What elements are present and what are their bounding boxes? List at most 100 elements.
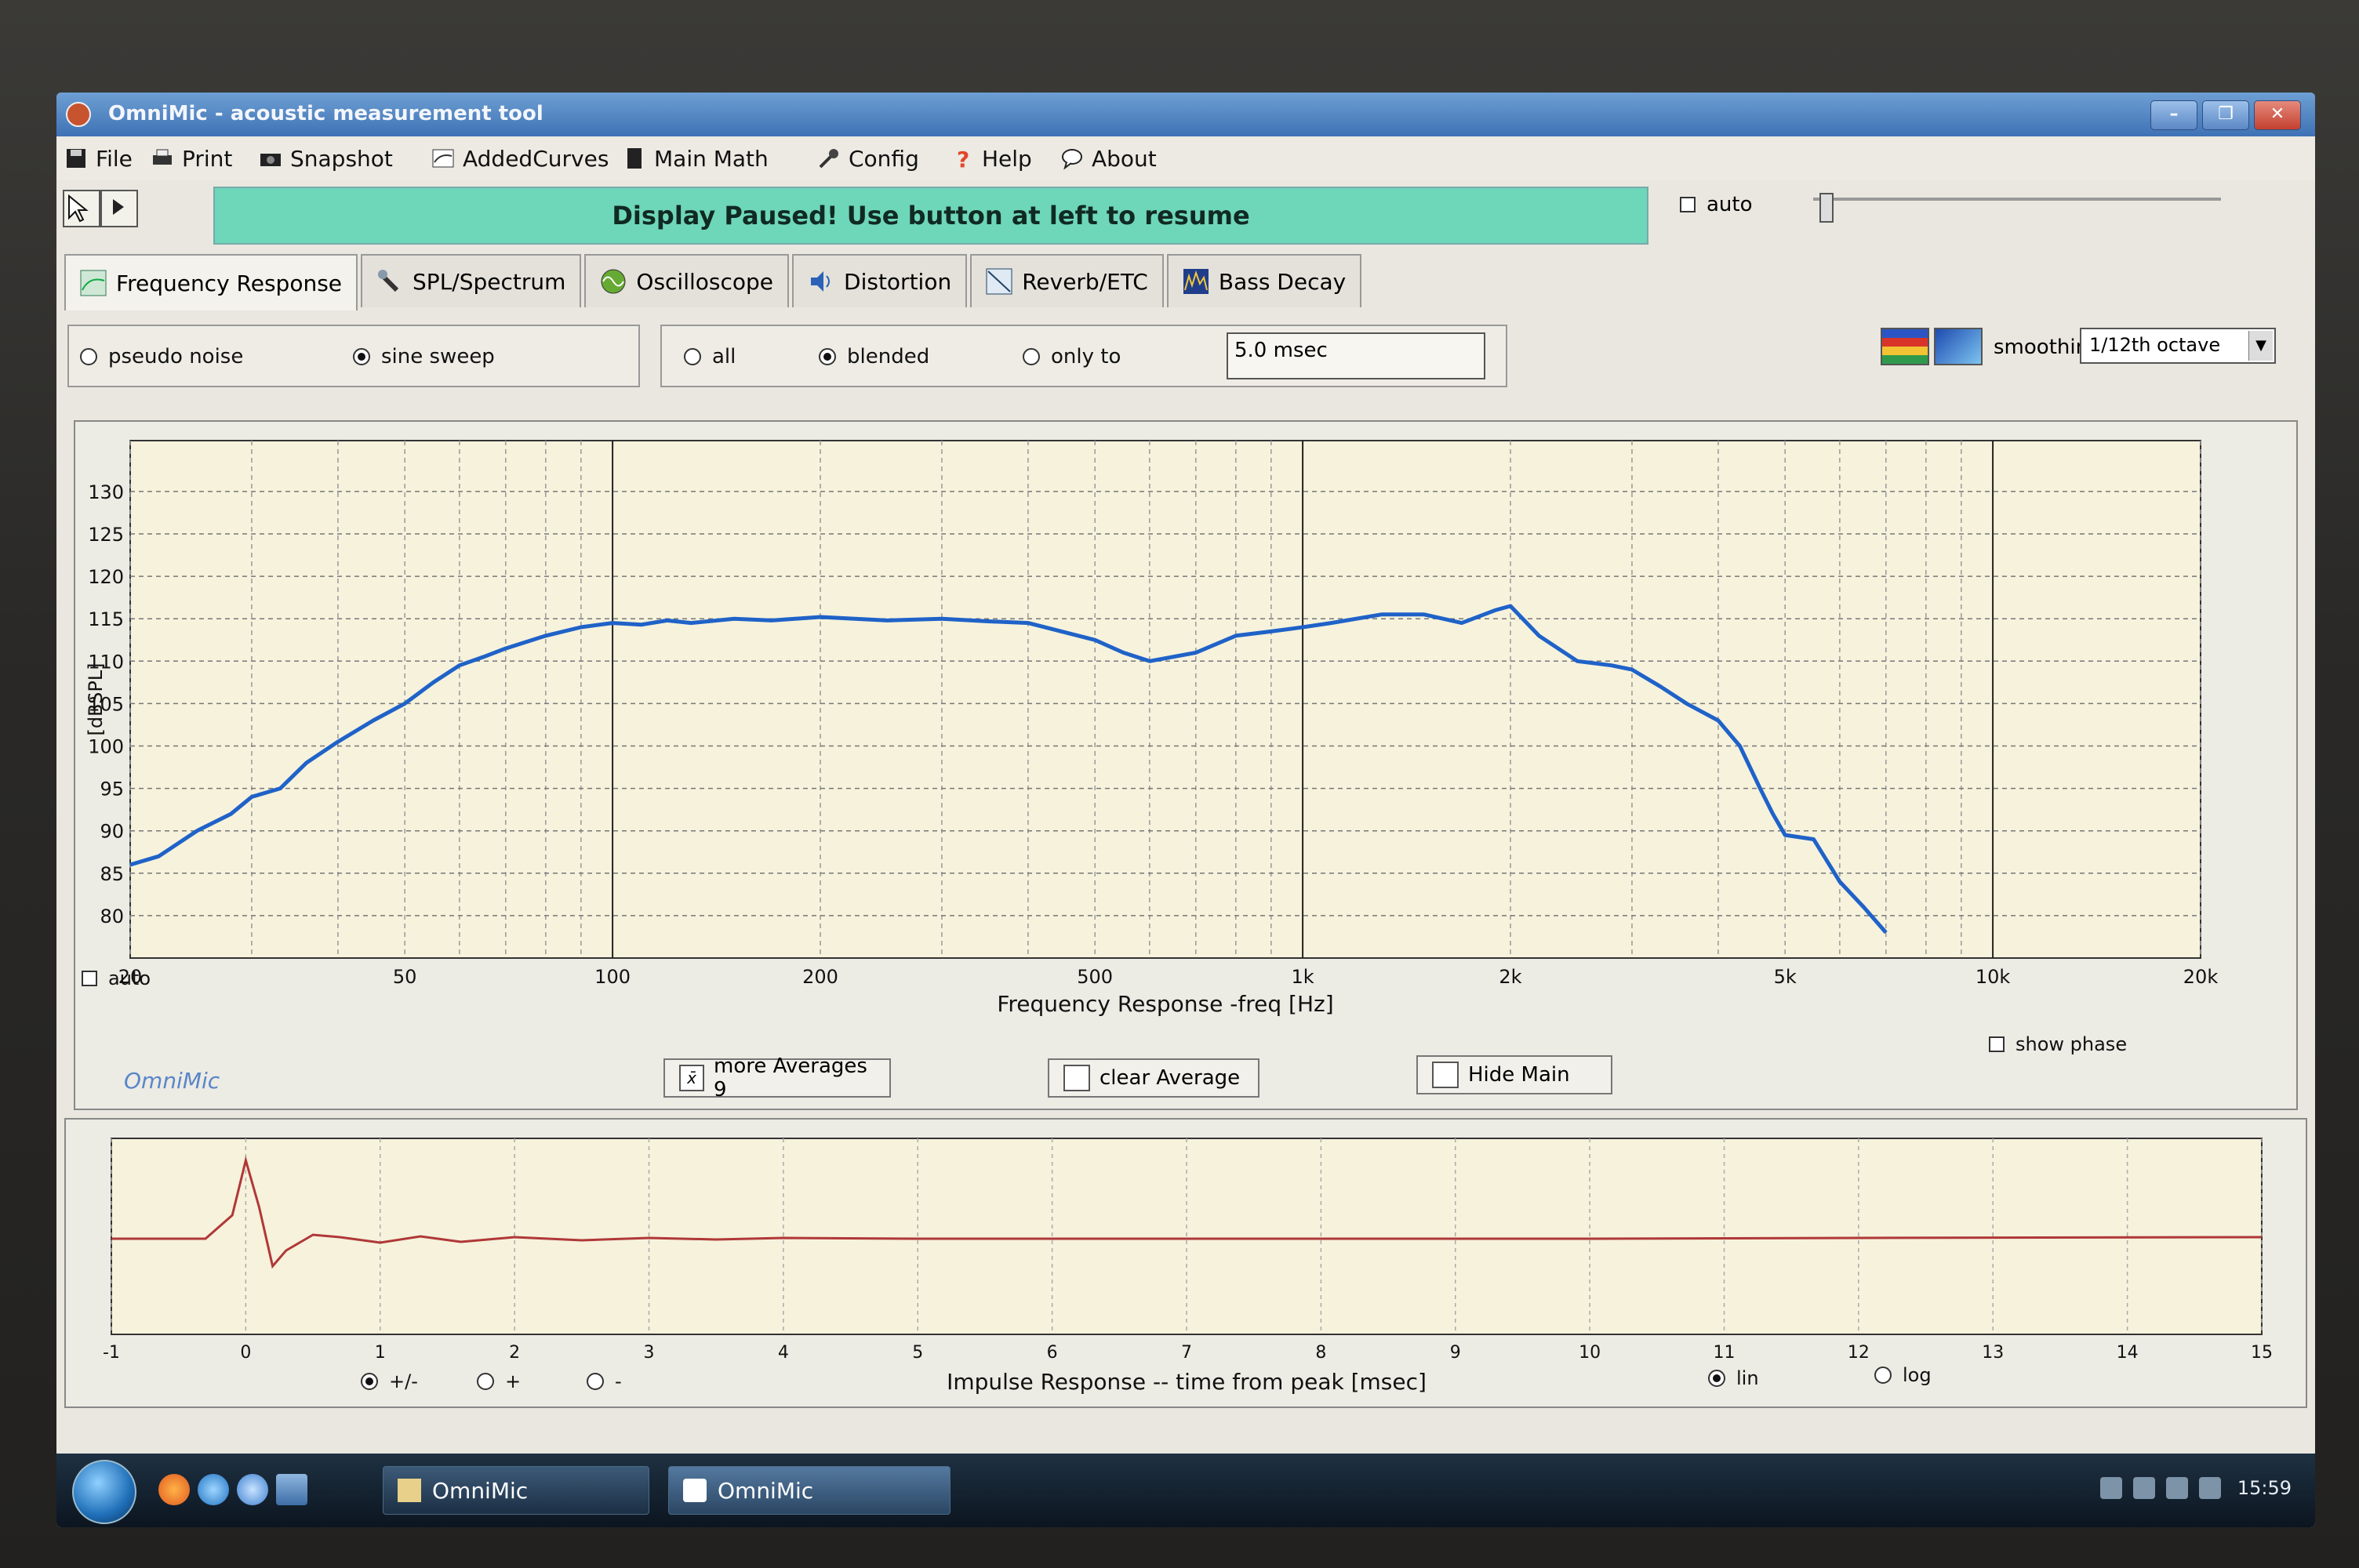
slider-thumb[interactable] [1819, 193, 1834, 223]
radio-pseudo-noise[interactable]: pseudo noise [80, 345, 243, 368]
radio-only-to-dot[interactable] [1023, 348, 1040, 365]
radio-sine-sweep-dot[interactable] [353, 348, 370, 365]
menu-print[interactable]: Print [151, 144, 232, 172]
maximize-button[interactable]: ❐ [2202, 100, 2249, 130]
fr-y-tick-label: 120 [88, 566, 124, 588]
pointer-icon [68, 194, 89, 223]
radio-log[interactable]: log [1874, 1364, 1932, 1386]
radio-only-to[interactable]: only to [1023, 345, 1121, 368]
menu-help-label: Help [982, 145, 1032, 172]
frequency-response-chart: 8085909510010511011512012513020 50 100 200 5… [85, 440, 2219, 1017]
show-phase-checkbox[interactable]: show phase [1989, 1033, 2127, 1055]
menu-snapshot[interactable]: Snapshot [259, 144, 393, 172]
bluetooth-icon[interactable] [2133, 1477, 2155, 1499]
ir-x-tick-label: 3 [644, 1343, 655, 1363]
radio-lin-dot[interactable] [1708, 1370, 1725, 1387]
power-icon[interactable] [2166, 1477, 2188, 1499]
radio-plus-minus[interactable]: +/- [361, 1370, 418, 1392]
menu-addedcurves[interactable]: AddedCurves [431, 144, 609, 172]
menu-config[interactable]: Config [817, 144, 919, 172]
radio-log-dot[interactable] [1874, 1367, 1892, 1384]
start-button[interactable] [72, 1460, 136, 1524]
average-icon: x̄ [679, 1065, 704, 1091]
radio-pseudo-noise-dot[interactable] [80, 348, 97, 365]
tab-spl-spectrum[interactable]: SPL/Spectrum [361, 254, 582, 307]
radio-blended-label: blended [847, 345, 930, 368]
tools-icon [819, 149, 838, 169]
fr-x-tick-label: 20k [2183, 966, 2219, 988]
radio-sine-sweep[interactable]: sine sweep [353, 345, 495, 368]
radio-minus-dot[interactable] [587, 1373, 604, 1390]
color-map-button[interactable] [1881, 328, 1929, 365]
auto-label-top: auto [1707, 193, 1753, 216]
ir-x-tick-label: 15 [2251, 1343, 2273, 1363]
radio-minus[interactable]: - [587, 1370, 622, 1392]
internet-explorer-icon[interactable] [198, 1474, 229, 1505]
tab-bass-decay[interactable]: Bass Decay [1166, 254, 1362, 307]
camera-icon [260, 154, 281, 166]
system-tray [2100, 1477, 2221, 1499]
ir-x-tick-label: 8 [1315, 1343, 1326, 1363]
radio-blended-dot[interactable] [819, 348, 836, 365]
radio-sine-sweep-label: sine sweep [381, 345, 495, 368]
radio-plus-minus-dot[interactable] [361, 1373, 378, 1390]
hide-main-button[interactable]: Hide Main [1416, 1055, 1612, 1094]
media-player-icon[interactable] [237, 1474, 268, 1505]
slider-track [1813, 198, 2221, 201]
radio-all-label: all [712, 345, 736, 368]
distortion-icon [811, 271, 831, 292]
smoothing-select[interactable]: 1/12th octave ▼ [2080, 328, 2276, 364]
level-slider[interactable] [1813, 193, 2221, 223]
radio-all-dot[interactable] [684, 348, 701, 365]
radio-plus-dot[interactable] [477, 1373, 494, 1390]
radio-all[interactable]: all [684, 345, 736, 368]
tab-oscilloscope[interactable]: Oscilloscope [584, 254, 790, 307]
tab-frequency-response-label: Frequency Response [116, 270, 343, 296]
network-icon[interactable] [2100, 1477, 2122, 1499]
menu-snapshot-label: Snapshot [290, 145, 393, 172]
radio-plus-minus-label: +/- [389, 1370, 418, 1392]
firefox-icon[interactable] [158, 1474, 190, 1505]
fr-auto-checkbox[interactable]: auto [82, 967, 151, 989]
show-phase-checkbox-box[interactable] [1989, 1036, 2005, 1052]
radio-log-label: log [1903, 1364, 1932, 1386]
menu-bar: File Print Snapshot AddedCurves Main Mat… [56, 136, 2315, 180]
tab-reverb-etc[interactable]: Reverb/ETC [970, 254, 1164, 307]
more-averages-button[interactable]: x̄ more Averages 9 [663, 1054, 891, 1102]
tab-oscilloscope-label: Oscilloscope [636, 268, 774, 295]
radio-blended[interactable]: blended [819, 345, 929, 368]
taskbar-task-omnimic[interactable]: OmniMic [668, 1466, 951, 1515]
frequency-response-panel: 80 85 90 95 100 105 110 115 120 125 130 20 50 100 200 5… [74, 420, 2298, 1110]
radio-plus[interactable]: + [477, 1370, 521, 1392]
clear-average-button[interactable]: clear Average [1048, 1058, 1259, 1098]
minimize-button[interactable]: – [2150, 100, 2197, 130]
folder-icon [398, 1479, 421, 1502]
menu-about[interactable]: About [1060, 144, 1157, 172]
show-desktop-icon[interactable] [276, 1474, 307, 1505]
taskbar-task-folder[interactable]: OmniMic [383, 1466, 649, 1515]
pause-button[interactable] [63, 190, 100, 227]
ir-x-tick-label: 12 [1848, 1343, 1870, 1363]
fr-auto-checkbox-box[interactable] [82, 971, 97, 986]
auto-checkbox-top[interactable]: auto [1680, 193, 1753, 216]
menu-file-label: File [96, 145, 133, 172]
fr-y-axis-label: [dBSPL] [85, 662, 107, 735]
ir-x-tick-label: 1 [375, 1343, 386, 1363]
close-button[interactable]: ✕ [2254, 100, 2301, 130]
chevron-down-icon[interactable]: ▼ [2248, 331, 2273, 361]
volume-icon[interactable] [2199, 1477, 2221, 1499]
resume-button[interactable] [100, 190, 138, 227]
question-icon: ? [957, 147, 969, 170]
radio-lin[interactable]: lin [1708, 1367, 1759, 1389]
auto-checkbox-box[interactable] [1680, 197, 1696, 212]
menu-file[interactable]: File [64, 144, 133, 172]
menu-main-math[interactable]: Main Math [623, 144, 769, 172]
tab-frequency-response[interactable]: Frequency Response [64, 254, 358, 310]
gate-time-input[interactable]: 5.0 msec [1227, 332, 1485, 379]
tab-distortion[interactable]: Distortion [792, 254, 968, 307]
waterfall-button[interactable] [1934, 328, 1983, 365]
ir-x-tick-label: 6 [1047, 1343, 1058, 1363]
menu-help[interactable]: ? Help [951, 144, 1032, 172]
signal-group: pseudo noise sine sweep [67, 325, 640, 387]
omnimic-brand: OmniMic [124, 1068, 220, 1094]
